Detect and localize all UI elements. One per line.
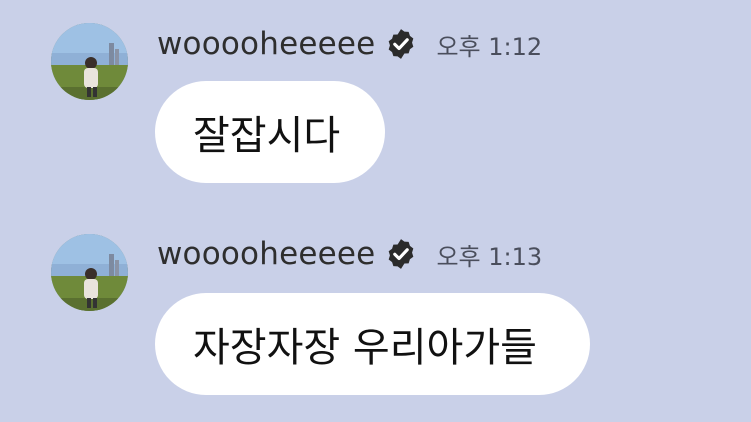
message-bubble[interactable]: 잘잡시다 (155, 81, 385, 183)
timestamp: 오후 1:13 (436, 242, 543, 271)
chat-message: wooooheeeee 오후 1:12 잘잡시다 (0, 0, 751, 183)
username[interactable]: wooooheeeee (157, 236, 375, 272)
chat-thread: wooooheeeee 오후 1:12 잘잡시다 wooooheeeee 오후 … (0, 0, 751, 422)
chat-message: wooooheeeee 오후 1:13 자장자장 우리아가들 (0, 211, 751, 395)
avatar[interactable] (51, 23, 128, 100)
message-bubble[interactable]: 자장자장 우리아가들 (155, 293, 590, 395)
message-text: 자장자장 우리아가들 (193, 325, 537, 371)
avatar-photo (51, 234, 128, 311)
avatar-photo (51, 23, 128, 100)
avatar[interactable] (51, 234, 128, 311)
message-text: 잘잡시다 (193, 113, 341, 159)
verified-badge-icon (384, 27, 418, 61)
message-header: wooooheeeee 오후 1:13 (157, 234, 542, 274)
timestamp: 오후 1:12 (436, 32, 543, 61)
message-header: wooooheeeee 오후 1:12 (157, 24, 542, 64)
verified-badge-icon (384, 237, 418, 271)
username[interactable]: wooooheeeee (157, 26, 375, 62)
